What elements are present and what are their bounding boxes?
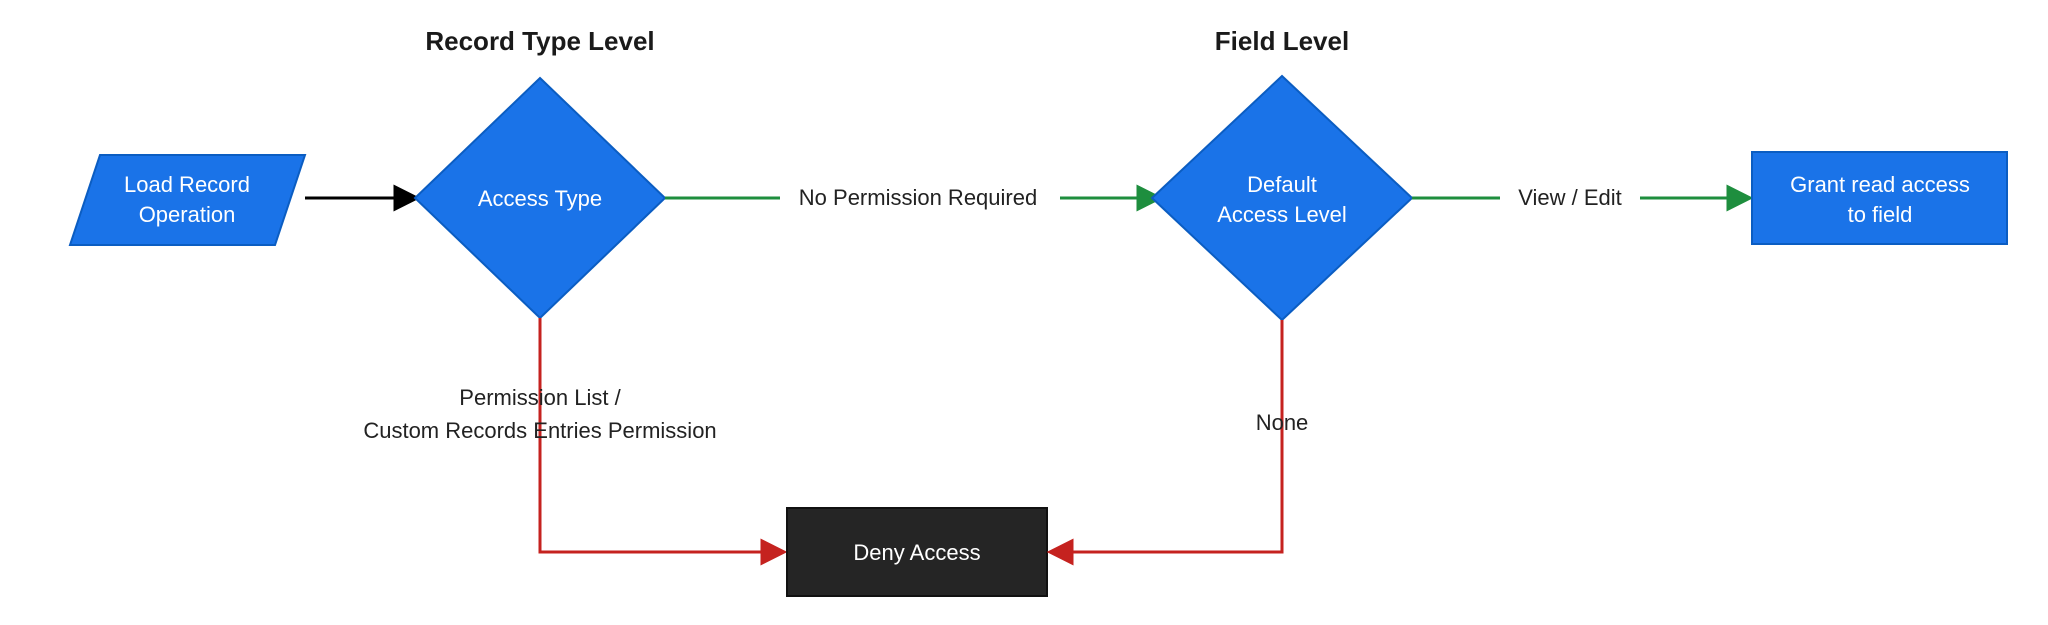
heading-record-type-level: Record Type Level (425, 26, 654, 56)
flowchart-canvas: Record Type Level Field Level Load Recor… (0, 0, 2048, 625)
node-default-access-level: Default Access Level (1152, 76, 1412, 320)
svg-text:Operation: Operation (139, 202, 236, 227)
node-default-access-l2: Access Level (1217, 202, 1347, 227)
edge-label-permission-list-l1: Permission List / (459, 385, 621, 410)
node-deny-access-label: Deny Access (853, 540, 980, 565)
node-access-type-label: Access Type (478, 186, 602, 211)
svg-text:Load Record: Load Record (124, 172, 250, 197)
node-load-record-l2: Operation (139, 202, 236, 227)
node-grant-read-access: Grant read access to field (1752, 152, 2007, 244)
node-grant-read-l1: Grant read access (1790, 172, 1970, 197)
node-load-record-l1: Load Record (124, 172, 250, 197)
edge-label-no-permission: No Permission Required (799, 185, 1037, 210)
edge-label-view-edit: View / Edit (1518, 185, 1622, 210)
edge-default-to-deny (1052, 320, 1282, 552)
node-deny-access: Deny Access (787, 508, 1047, 596)
node-default-access-l1: Default (1247, 172, 1317, 197)
node-access-type: Access Type (415, 78, 665, 318)
edge-label-none: None (1256, 410, 1309, 435)
edge-label-permission-list-l2: Custom Records Entries Permission (363, 418, 716, 443)
node-grant-read-l2: to field (1848, 202, 1913, 227)
heading-field-level: Field Level (1215, 26, 1349, 56)
node-load-record-operation: Load Record Operation (70, 155, 305, 245)
